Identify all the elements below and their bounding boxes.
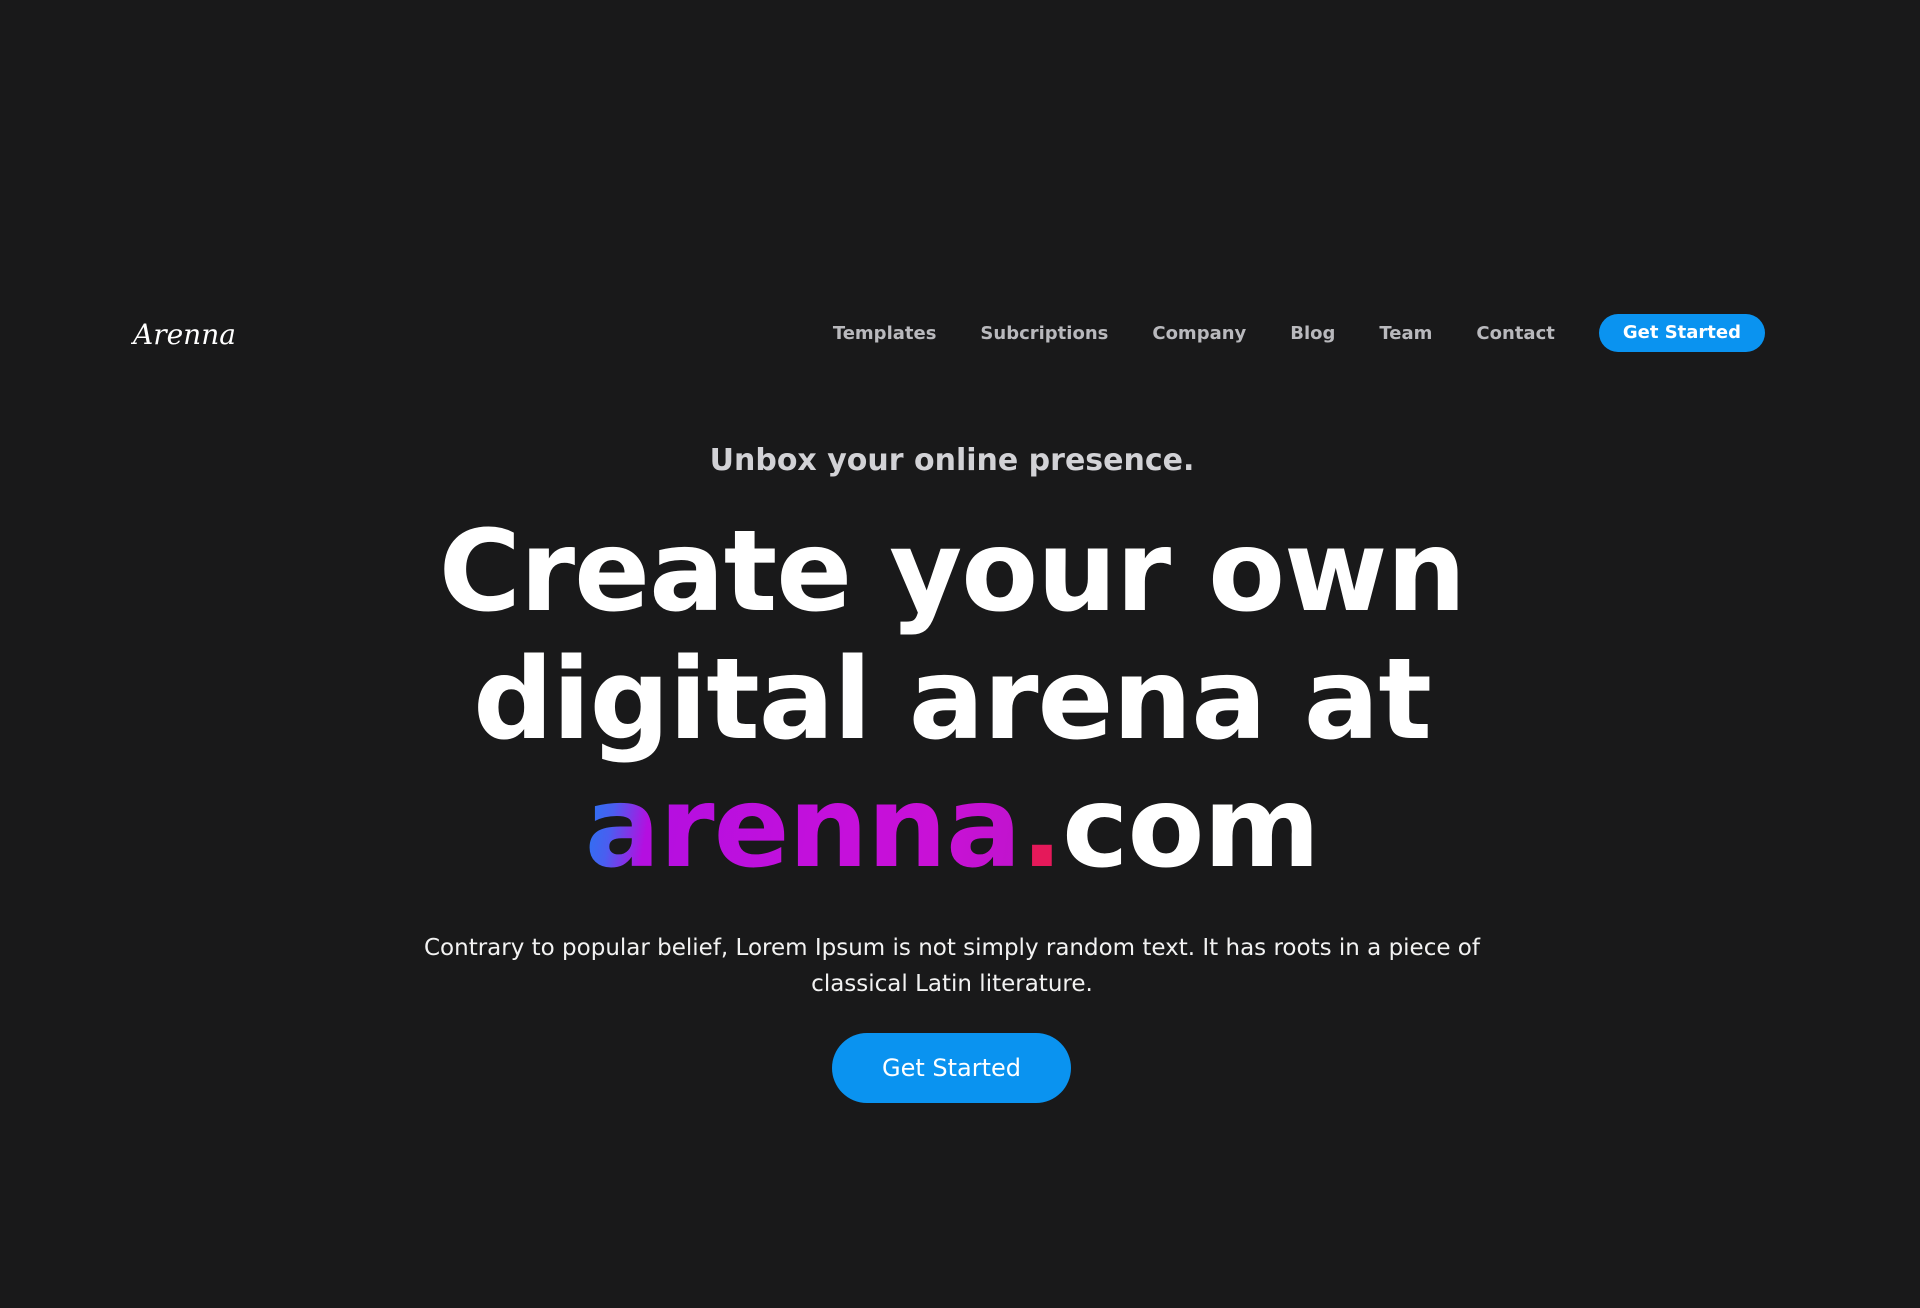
- hero-headline: Create your own digital arena at arenna.…: [0, 508, 1904, 892]
- logo-text: Arenna: [131, 318, 236, 351]
- nav-link-company[interactable]: Company: [1152, 323, 1246, 344]
- headline-domain-suffix: com: [1062, 763, 1320, 893]
- headline-line-1: Create your own: [438, 507, 1467, 637]
- hero-tagline: Unbox your online presence.: [709, 443, 1195, 478]
- nav-link-templates[interactable]: Templates: [833, 323, 937, 344]
- headline-line-2: digital arena at: [473, 635, 1432, 765]
- site-header: Arenna Templates Subcriptions Company Bl…: [131, 306, 1765, 360]
- headline-brand-dot: .: [1020, 763, 1064, 893]
- arenna-logo[interactable]: Arenna: [131, 306, 251, 360]
- nav-link-blog[interactable]: Blog: [1290, 323, 1335, 344]
- headline-line-3: arenna.com: [0, 764, 1904, 892]
- header-get-started-button[interactable]: Get Started: [1598, 314, 1765, 352]
- hero-get-started-button[interactable]: Get Started: [832, 1033, 1071, 1103]
- nav-link-team[interactable]: Team: [1379, 323, 1432, 344]
- main-nav: Templates Subcriptions Company Blog Team…: [833, 314, 1765, 352]
- hero-description: Contrary to popular belief, Lorem Ipsum …: [424, 935, 1480, 997]
- headline-brand-word: arenna: [584, 763, 1022, 893]
- nav-link-contact[interactable]: Contact: [1476, 323, 1554, 344]
- nav-link-subscriptions[interactable]: Subcriptions: [980, 323, 1108, 344]
- landing-page: Arenna Templates Subcriptions Company Bl…: [0, 0, 1920, 1308]
